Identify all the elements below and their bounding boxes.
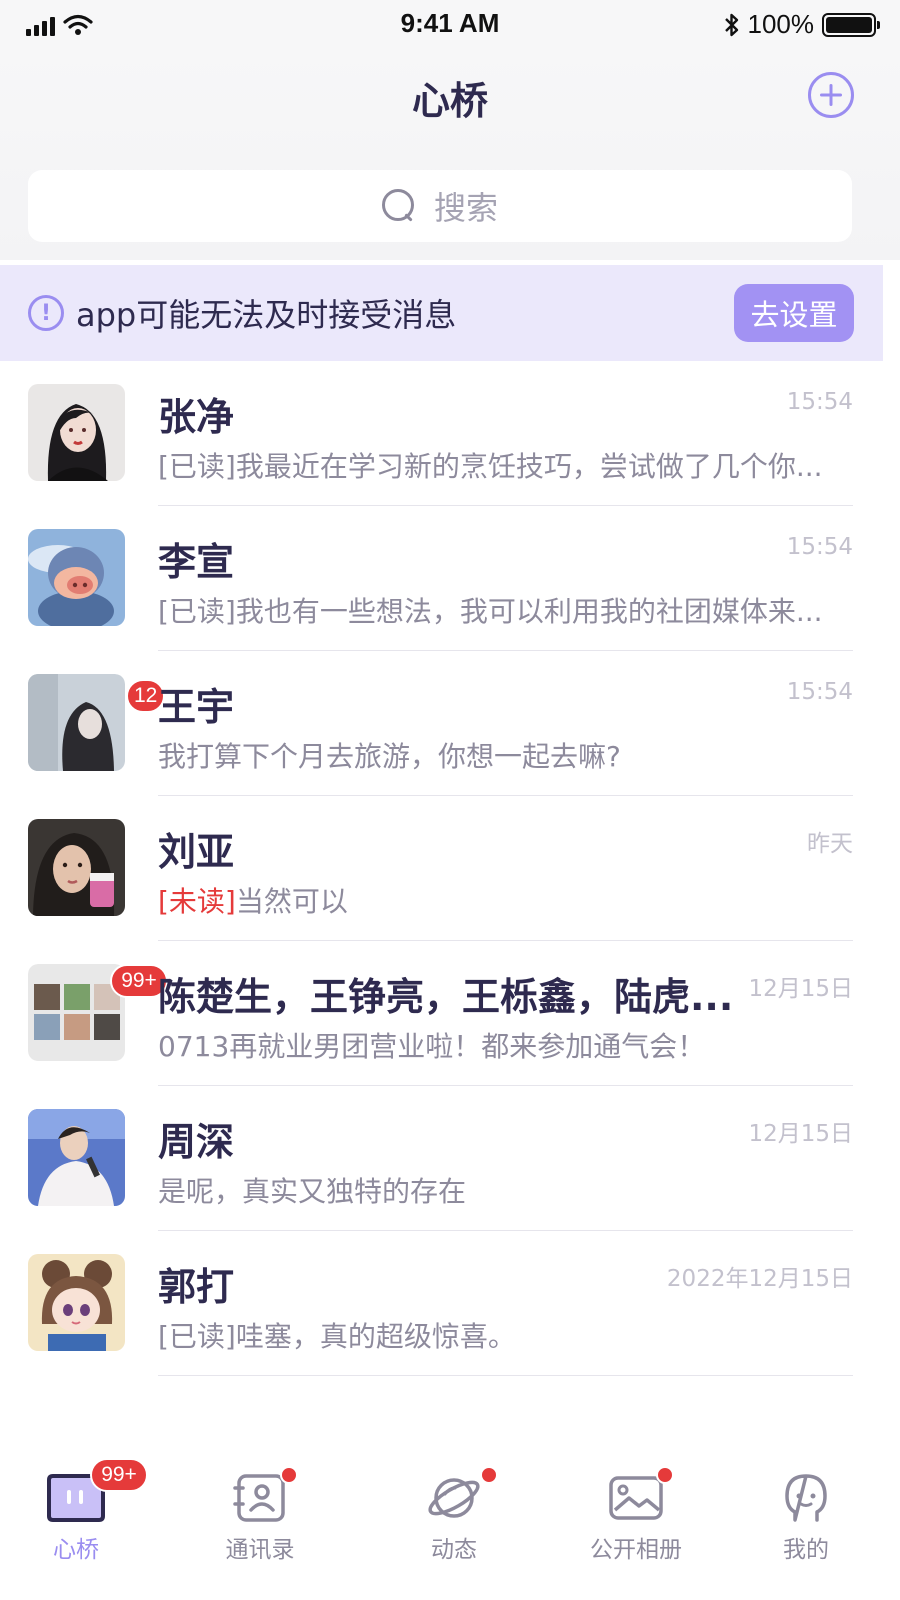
chat-row[interactable]: 李宣 15:54 [已读]我也有一些想法，我可以利用我的社团媒体来...	[0, 506, 900, 651]
avatar[interactable]	[28, 1109, 125, 1206]
tab-public-album[interactable]: 公开相册	[566, 1450, 706, 1600]
photo-album-icon	[609, 1476, 663, 1520]
chat-row[interactable]: 郭打 2022年12月15日 [已读]哇塞，真的超级惊喜。	[0, 1231, 900, 1376]
read-status: [已读]	[158, 450, 236, 483]
header: 心桥 搜索	[0, 50, 900, 260]
message-preview: 我打算下个月去旅游，你想一起去嘛?	[158, 735, 621, 775]
contact-name: 周深	[158, 1120, 235, 1164]
battery-percent: 100%	[747, 9, 815, 39]
go-settings-button[interactable]: 去设置	[734, 284, 854, 342]
message-text: 0713再就业男团营业啦！都来参加通气会！	[158, 1030, 706, 1063]
message-preview: 是呢，真实又独特的存在	[158, 1170, 466, 1210]
tab-label: 动态	[431, 1537, 477, 1563]
message-preview: [已读]哇塞，真的超级惊喜。	[158, 1315, 516, 1355]
tab-contacts[interactable]: 通讯录	[190, 1450, 330, 1600]
notification-dot	[280, 1466, 298, 1484]
add-button[interactable]	[808, 72, 854, 118]
avatar[interactable]	[28, 819, 125, 916]
avatar[interactable]: 12	[28, 674, 166, 771]
contact-name: 王宇	[158, 685, 235, 729]
chat-row[interactable]: 张净 15:54 [已读]我最近在学习新的烹饪技巧，尝试做了几个你...	[0, 361, 900, 506]
bluetooth-icon	[724, 13, 738, 36]
message-text: 我打算下个月去旅游，你想一起去嘛?	[158, 740, 621, 773]
status-right: 100%	[724, 9, 880, 40]
tab-me[interactable]: 我的	[736, 1450, 876, 1600]
message-preview: [已读]我也有一些想法，我可以利用我的社团媒体来...	[158, 590, 823, 630]
exclamation-circle-icon: !	[28, 295, 64, 331]
contact-name: 郭打	[158, 1265, 235, 1309]
message-text: 是呢，真实又独特的存在	[158, 1175, 467, 1208]
message-time: 12月15日	[748, 976, 853, 1002]
message-text: 我最近在学习新的烹饪技巧，尝试做了几个你...	[235, 450, 823, 483]
group-avatar[interactable]: 99+	[28, 964, 168, 1061]
chat-row[interactable]: 12 王宇 15:54 我打算下个月去旅游，你想一起去嘛?	[0, 651, 900, 796]
message-time: 12月15日	[748, 1121, 853, 1147]
profile-icon	[785, 1474, 827, 1522]
message-time: 15:54	[786, 389, 853, 415]
message-time: 15:54	[786, 679, 853, 705]
unread-status: [未读]	[158, 885, 236, 918]
tab-label: 心桥	[53, 1537, 99, 1563]
page-title: 心桥	[411, 79, 488, 123]
planet-icon	[428, 1478, 480, 1518]
message-preview: [未读]当然可以	[158, 880, 348, 920]
notice-text: app可能无法及时接受消息	[76, 296, 457, 334]
search-input[interactable]: 搜索	[28, 170, 852, 242]
status-bar: 9:41 AM 100%	[0, 0, 900, 50]
contact-name: 张净	[158, 395, 235, 439]
read-status: [已读]	[158, 1320, 236, 1353]
message-preview: [已读]我最近在学习新的烹饪技巧，尝试做了几个你...	[158, 445, 823, 485]
divider	[158, 1375, 853, 1376]
search-placeholder: 搜索	[433, 189, 498, 227]
chat-row[interactable]: 99+ 陈楚生，王铮亮，王栎鑫，陆虎... 12月15日 0713再就业男团营业…	[0, 941, 900, 1086]
tab-moments[interactable]: 动态	[384, 1450, 524, 1600]
avatar[interactable]	[28, 1254, 125, 1351]
tab-badge: 99+	[90, 1458, 148, 1492]
contact-name: 李宣	[158, 540, 235, 584]
notification-dot	[480, 1466, 498, 1484]
message-time: 15:54	[786, 534, 853, 560]
tab-label: 我的	[783, 1537, 829, 1563]
message-text: 当然可以	[235, 885, 348, 918]
read-status: [已读]	[158, 595, 236, 628]
contact-name: 刘亚	[158, 830, 235, 874]
contacts-icon	[233, 1474, 285, 1522]
message-time: 2022年12月15日	[666, 1266, 853, 1292]
chat-row[interactable]: 刘亚 昨天 [未读]当然可以	[0, 796, 900, 941]
bottom-tab-bar: 99+ 心桥 通讯录 动态 公开相册 我的	[0, 1450, 900, 1600]
search-icon	[381, 189, 416, 223]
notification-dot	[656, 1466, 674, 1484]
tab-xinqiao[interactable]: 99+ 心桥	[6, 1450, 148, 1600]
avatar[interactable]	[28, 384, 125, 481]
battery-icon	[822, 12, 880, 37]
chat-list: 张净 15:54 [已读]我最近在学习新的烹饪技巧，尝试做了几个你... 李宣 …	[0, 361, 900, 1376]
chat-row[interactable]: 周深 12月15日 是呢，真实又独特的存在	[0, 1086, 900, 1231]
message-preview: 0713再就业男团营业啦！都来参加通气会！	[158, 1025, 705, 1065]
group-name: 陈楚生，王铮亮，王栎鑫，陆虎...	[158, 975, 734, 1019]
notification-warning-bar: ! app可能无法及时接受消息 去设置	[0, 265, 883, 361]
avatar[interactable]	[28, 529, 125, 626]
message-text: 我也有一些想法，我可以利用我的社团媒体来...	[235, 595, 823, 628]
tab-label: 通讯录	[225, 1537, 295, 1563]
tab-label: 公开相册	[590, 1537, 682, 1563]
battery-fill	[826, 16, 872, 33]
message-text: 哇塞，真的超级惊喜。	[235, 1320, 516, 1353]
message-time: 昨天	[807, 831, 853, 857]
